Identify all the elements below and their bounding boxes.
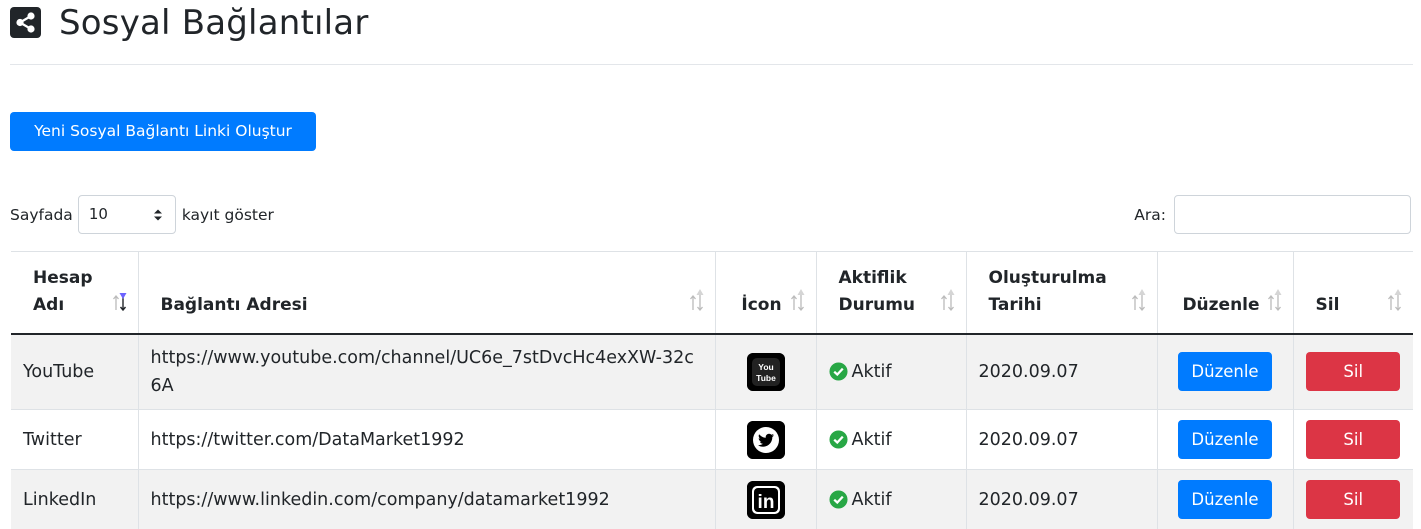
length-prefix-label: Sayfada xyxy=(10,205,73,224)
url-cell: https://www.linkedin.com/company/datamar… xyxy=(138,469,716,529)
page-length-control: Sayfada 10 kayıt göster xyxy=(10,195,274,234)
status-text: Aktif xyxy=(851,429,892,450)
linkedin-icon-text: in xyxy=(757,492,774,513)
sort-neutral-icon xyxy=(689,288,703,311)
column-header-delete[interactable]: Sil xyxy=(1293,251,1413,335)
table-row: YouTube https://www.youtube.com/channel/… xyxy=(11,333,1413,410)
edit-button[interactable]: Düzenle xyxy=(1178,480,1272,519)
length-suffix-label: kayıt göster xyxy=(181,205,274,224)
edit-button[interactable]: Düzenle xyxy=(1178,352,1272,392)
check-circle-icon xyxy=(828,430,848,449)
table-header-row: Hesap Adı Bağlantı Adresi İcon Aktiflik … xyxy=(11,251,1413,335)
created-date-cell: 2020.09.07 xyxy=(966,333,1158,410)
sort-neutral-icon xyxy=(1388,288,1402,311)
check-circle-icon xyxy=(828,362,848,381)
twitter-icon xyxy=(746,420,785,459)
status-text: Aktif xyxy=(851,489,892,510)
page-title: Sosyal Bağlantılar xyxy=(59,3,369,43)
linkedin-icon: in xyxy=(746,480,785,519)
sort-neutral-icon xyxy=(1267,288,1281,311)
created-date-cell: 2020.09.07 xyxy=(966,469,1158,529)
column-header-status[interactable]: Aktiflik Durumu xyxy=(816,251,967,335)
youtube-icon-text-top: You xyxy=(758,362,773,372)
sort-neutral-icon xyxy=(1131,288,1145,311)
account-name-cell: YouTube xyxy=(11,333,139,410)
column-header-url[interactable]: Bağlantı Adresi xyxy=(138,251,716,335)
page-length-select[interactable]: 10 xyxy=(77,195,176,234)
page-length-value: 10 xyxy=(88,205,108,223)
create-social-link-button[interactable]: Yeni Sosyal Bağlantı Linki Oluştur xyxy=(10,112,316,151)
url-cell: https://twitter.com/DataMarket1992 xyxy=(138,409,716,470)
column-header-icon[interactable]: İcon xyxy=(715,251,817,335)
social-links-table: Hesap Adı Bağlantı Adresi İcon Aktiflik … xyxy=(11,251,1413,529)
youtube-icon-text-bottom: Tube xyxy=(756,373,776,383)
account-name-cell: LinkedIn xyxy=(11,469,139,529)
column-header-created-date[interactable]: Oluşturulma Tarihi xyxy=(966,251,1158,335)
column-header-edit[interactable]: Düzenle xyxy=(1157,251,1294,335)
check-circle-icon xyxy=(828,490,848,509)
sort-neutral-icon xyxy=(940,288,954,311)
edit-button[interactable]: Düzenle xyxy=(1178,420,1272,459)
sort-neutral-icon xyxy=(790,288,804,311)
table-search: Ara: xyxy=(1134,195,1411,234)
sort-ascending-icon xyxy=(112,292,126,311)
created-date-cell: 2020.09.07 xyxy=(966,409,1158,470)
account-name-cell: Twitter xyxy=(11,409,139,470)
table-row: LinkedIn https://www.linkedin.com/compan… xyxy=(11,469,1413,529)
table-row: Twitter https://twitter.com/DataMarket19… xyxy=(11,409,1413,470)
youtube-icon: You Tube xyxy=(746,352,785,391)
column-header-account-name[interactable]: Hesap Adı xyxy=(11,251,139,335)
status-text: Aktif xyxy=(851,361,892,382)
url-cell: https://www.youtube.com/channel/UC6e_7st… xyxy=(138,333,716,410)
status-badge: Aktif xyxy=(828,358,954,386)
delete-button[interactable]: Sil xyxy=(1306,480,1401,519)
search-label: Ara: xyxy=(1134,205,1166,224)
status-badge: Aktif xyxy=(828,486,954,514)
select-arrows-icon xyxy=(153,209,162,221)
delete-button[interactable]: Sil xyxy=(1306,420,1401,459)
delete-button[interactable]: Sil xyxy=(1306,352,1401,392)
status-badge: Aktif xyxy=(828,426,954,454)
share-square-icon xyxy=(10,7,41,38)
page-header: Sosyal Bağlantılar xyxy=(10,0,1413,65)
search-input[interactable] xyxy=(1174,195,1411,234)
